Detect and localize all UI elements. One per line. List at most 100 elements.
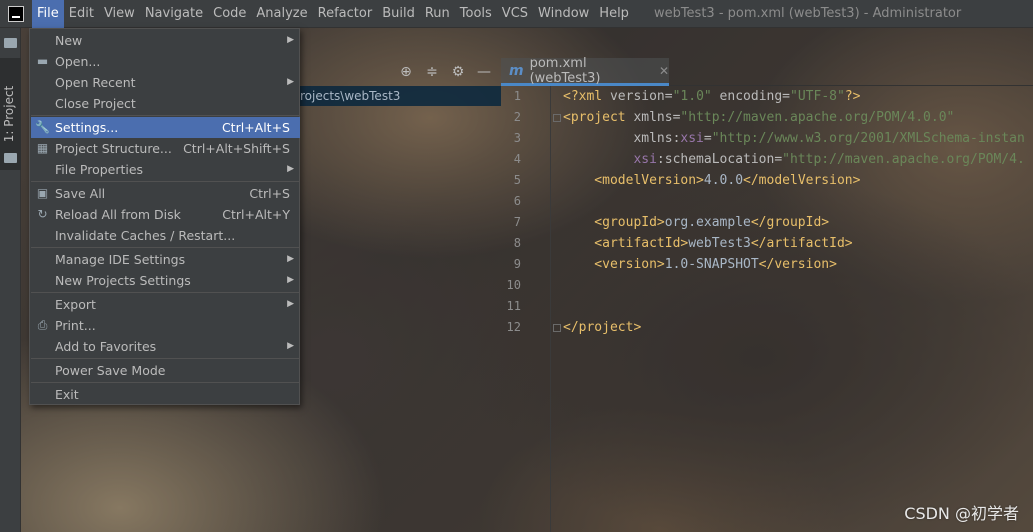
file-menu-item-power-save-mode[interactable]: Power Save Mode [31,360,300,381]
code-token: <version> [563,257,665,272]
menu-vcs[interactable]: VCS [497,0,533,28]
menu-file[interactable]: File [32,0,64,28]
file-menu-item-close-project[interactable]: Close Project [31,93,300,114]
line-number: 4 [513,152,521,166]
file-menu-item-exit[interactable]: Exit [31,384,300,405]
gear-icon[interactable]: ⚙ [451,65,465,79]
code-line: <project xmlns="http://maven.apache.org/… [563,107,954,128]
menu-item-label: Power Save Mode [55,363,166,378]
menu-item-label: Export [55,297,96,312]
line-number: 8 [513,236,521,250]
intellij-logo-icon [8,5,24,22]
code-line: </project> [563,317,641,338]
collapse-all-icon[interactable]: ≑ [425,65,439,79]
file-menu-item-print[interactable]: ⎙ Print... [31,315,300,336]
submenu-arrow-icon: ▶ [287,164,294,174]
code-token: </modelVersion> [743,173,861,188]
file-menu-item-open-recent[interactable]: Open Recent ▶ [31,72,300,93]
line-number: 11 [506,299,521,313]
file-menu-item-new[interactable]: New ▶ [31,30,300,51]
code-line: <artifactId>webTest3</artifactId> [563,233,853,254]
folder-icon[interactable] [4,38,17,48]
code-token: version= [609,89,673,104]
menu-item-label: New Projects Settings [55,273,191,288]
project-tree-root-row[interactable]: rojects\webTest3 [300,86,501,106]
menu-separator [31,358,300,359]
file-menu-item-add-to-favorites[interactable]: Add to Favorites ▶ [31,336,300,357]
menu-item-label: New [55,33,83,48]
menu-item-label: Exit [55,387,79,402]
code-line: <version>1.0-SNAPSHOT</version> [563,254,837,275]
file-menu-item-manage-ide-settings[interactable]: Manage IDE Settings ▶ [31,249,300,270]
file-menu-item-settings[interactable]: 🔧 Settings... Ctrl+Alt+S [31,117,300,138]
menu-analyze[interactable]: Analyze [251,0,312,28]
file-menu-item-invalidate-caches-restart[interactable]: Invalidate Caches / Restart... [31,225,300,246]
code-editor[interactable]: <?xml version="1.0" encoding="UTF-8"?> <p… [563,86,1033,532]
menu-edit[interactable]: Edit [64,0,99,28]
line-number: 1 [513,89,521,103]
close-icon[interactable]: ✕ [659,64,669,78]
project-tab-label: 1: Project [2,85,16,143]
editor-tab-bar: m pom.xml (webTest3) ✕ [501,56,1033,86]
submenu-arrow-icon: ▶ [287,254,294,264]
menu-item-label: File Properties [55,162,144,177]
code-line: <?xml version="1.0" encoding="UTF-8"?> [563,86,860,107]
file-menu-item-reload-all-from-disk[interactable]: ↻ Reload All from Disk Ctrl+Alt+Y [31,204,300,225]
hide-icon[interactable]: — [477,65,491,79]
code-line: xsi:schemaLocation="http://maven.apache.… [563,149,1025,170]
code-token: xsi [563,152,657,167]
project-structure-icon: ▦ [36,141,49,155]
code-token: "http://www.w3.org/2001/XMLSchema-instan [711,131,1025,146]
fold-marker-icon[interactable] [553,324,561,332]
menu-item-shortcut: Ctrl+Alt+Shift+S [183,141,290,156]
code-token: <modelVersion> [563,173,704,188]
window-title: webTest3 - pom.xml (webTest3) - Administ… [653,6,962,21]
menu-navigate[interactable]: Navigate [140,0,208,28]
fold-marker-icon[interactable] [553,114,561,122]
menu-item-label: Add to Favorites [55,339,157,354]
menu-item-label: Project Structure... [55,141,172,156]
code-token: xsi [680,131,704,146]
file-menu-item-file-properties[interactable]: File Properties ▶ [31,159,300,180]
line-number: 2 [513,110,521,124]
project-panel-header: ⊕ ≑ ⚙ — [300,58,501,86]
file-menu-item-open[interactable]: ▬ Open... [31,51,300,72]
code-line: xmlns:xsi="http://www.w3.org/2001/XMLSch… [563,128,1025,149]
line-number-gutter: 1 2 3 4 5 6 7 8 9 10 11 12 [501,86,561,532]
code-token: ?> [844,89,861,104]
menu-separator [31,292,300,293]
reload-icon: ↻ [37,207,48,221]
line-number: 6 [513,194,521,208]
wrench-icon: 🔧 [35,120,50,134]
menu-bar: File Edit View Navigate Code Analyze Refactor B… [0,0,1033,28]
locate-icon[interactable]: ⊕ [399,65,413,79]
code-token: xmlns= [633,110,681,125]
file-menu-item-new-projects-settings[interactable]: New Projects Settings ▶ [31,270,300,291]
project-tool-tab[interactable]: 1: Project [0,58,21,170]
file-menu-item-save-all[interactable]: ▣ Save All Ctrl+S [31,183,300,204]
code-token: </artifactId> [750,236,853,251]
code-token: "UTF-8" [790,89,845,104]
menu-run[interactable]: Run [420,0,455,28]
menu-window[interactable]: Window [533,0,594,28]
code-token: </groupId> [750,215,830,230]
code-token: = [703,131,712,146]
menu-build[interactable]: Build [377,0,420,28]
line-number: 7 [513,215,521,229]
file-menu-item-export[interactable]: Export ▶ [31,294,300,315]
code-line: <groupId>org.example</groupId> [563,212,829,233]
menu-view[interactable]: View [99,0,140,28]
code-token: "http://maven.apache.org/POM/4. [782,152,1025,167]
menu-item-shortcut: Ctrl+S [249,186,290,201]
submenu-arrow-icon: ▶ [287,341,294,351]
menu-help[interactable]: Help [594,0,634,28]
line-number: 9 [513,257,521,271]
menu-code[interactable]: Code [208,0,251,28]
code-token: 4.0.0 [703,173,744,188]
editor-tab-pom[interactable]: m pom.xml (webTest3) ✕ [501,56,669,86]
code-token: </version> [758,257,837,272]
code-token: </project> [563,320,642,335]
menu-refactor[interactable]: Refactor [313,0,378,28]
menu-tools[interactable]: Tools [455,0,497,28]
file-menu-item-project-structure[interactable]: ▦ Project Structure... Ctrl+Alt+Shift+S [31,138,300,159]
